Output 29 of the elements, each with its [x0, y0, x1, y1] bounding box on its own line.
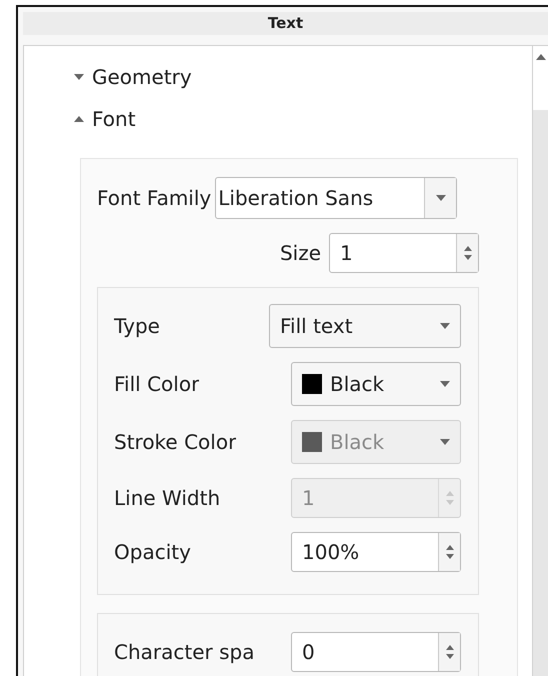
caret-down-icon — [74, 74, 84, 80]
scrollbar-thumb[interactable] — [533, 110, 548, 676]
caret-down-icon — [440, 380, 450, 386]
field-label: Font Family — [97, 184, 212, 212]
color-dropdown[interactable]: Black — [291, 362, 461, 406]
field-label: Line Width — [114, 484, 220, 512]
field-label: Type — [114, 312, 160, 340]
caret-down-icon — [440, 438, 450, 444]
caret-down-icon — [436, 194, 446, 200]
spin-box[interactable]: 0 — [291, 632, 461, 672]
caret-down-icon — [440, 322, 450, 328]
dropdown[interactable]: Liberation Sans — [215, 176, 458, 218]
field-label: Character spa — [114, 638, 254, 666]
tree-item[interactable]: Font — [24, 98, 136, 140]
panel-title: Text — [23, 12, 548, 34]
spin-arrows-icon — [444, 542, 454, 560]
field-label: Fill Color — [114, 370, 200, 398]
spin-arrows-icon — [444, 642, 454, 660]
field-label: Stroke Color — [114, 428, 236, 456]
spin-arrows-icon — [462, 244, 472, 262]
spin-box[interactable]: 100% — [291, 532, 461, 572]
tree-item[interactable]: Geometry — [24, 56, 192, 98]
field-label: Size — [280, 240, 321, 266]
field-label: Opacity — [114, 538, 191, 566]
caret-up-icon — [74, 116, 84, 122]
spin-box[interactable]: 1 — [329, 232, 479, 272]
caret-up-icon — [536, 54, 546, 60]
spin-arrows-icon — [444, 488, 454, 506]
dropdown[interactable]: Fill text — [269, 304, 461, 348]
